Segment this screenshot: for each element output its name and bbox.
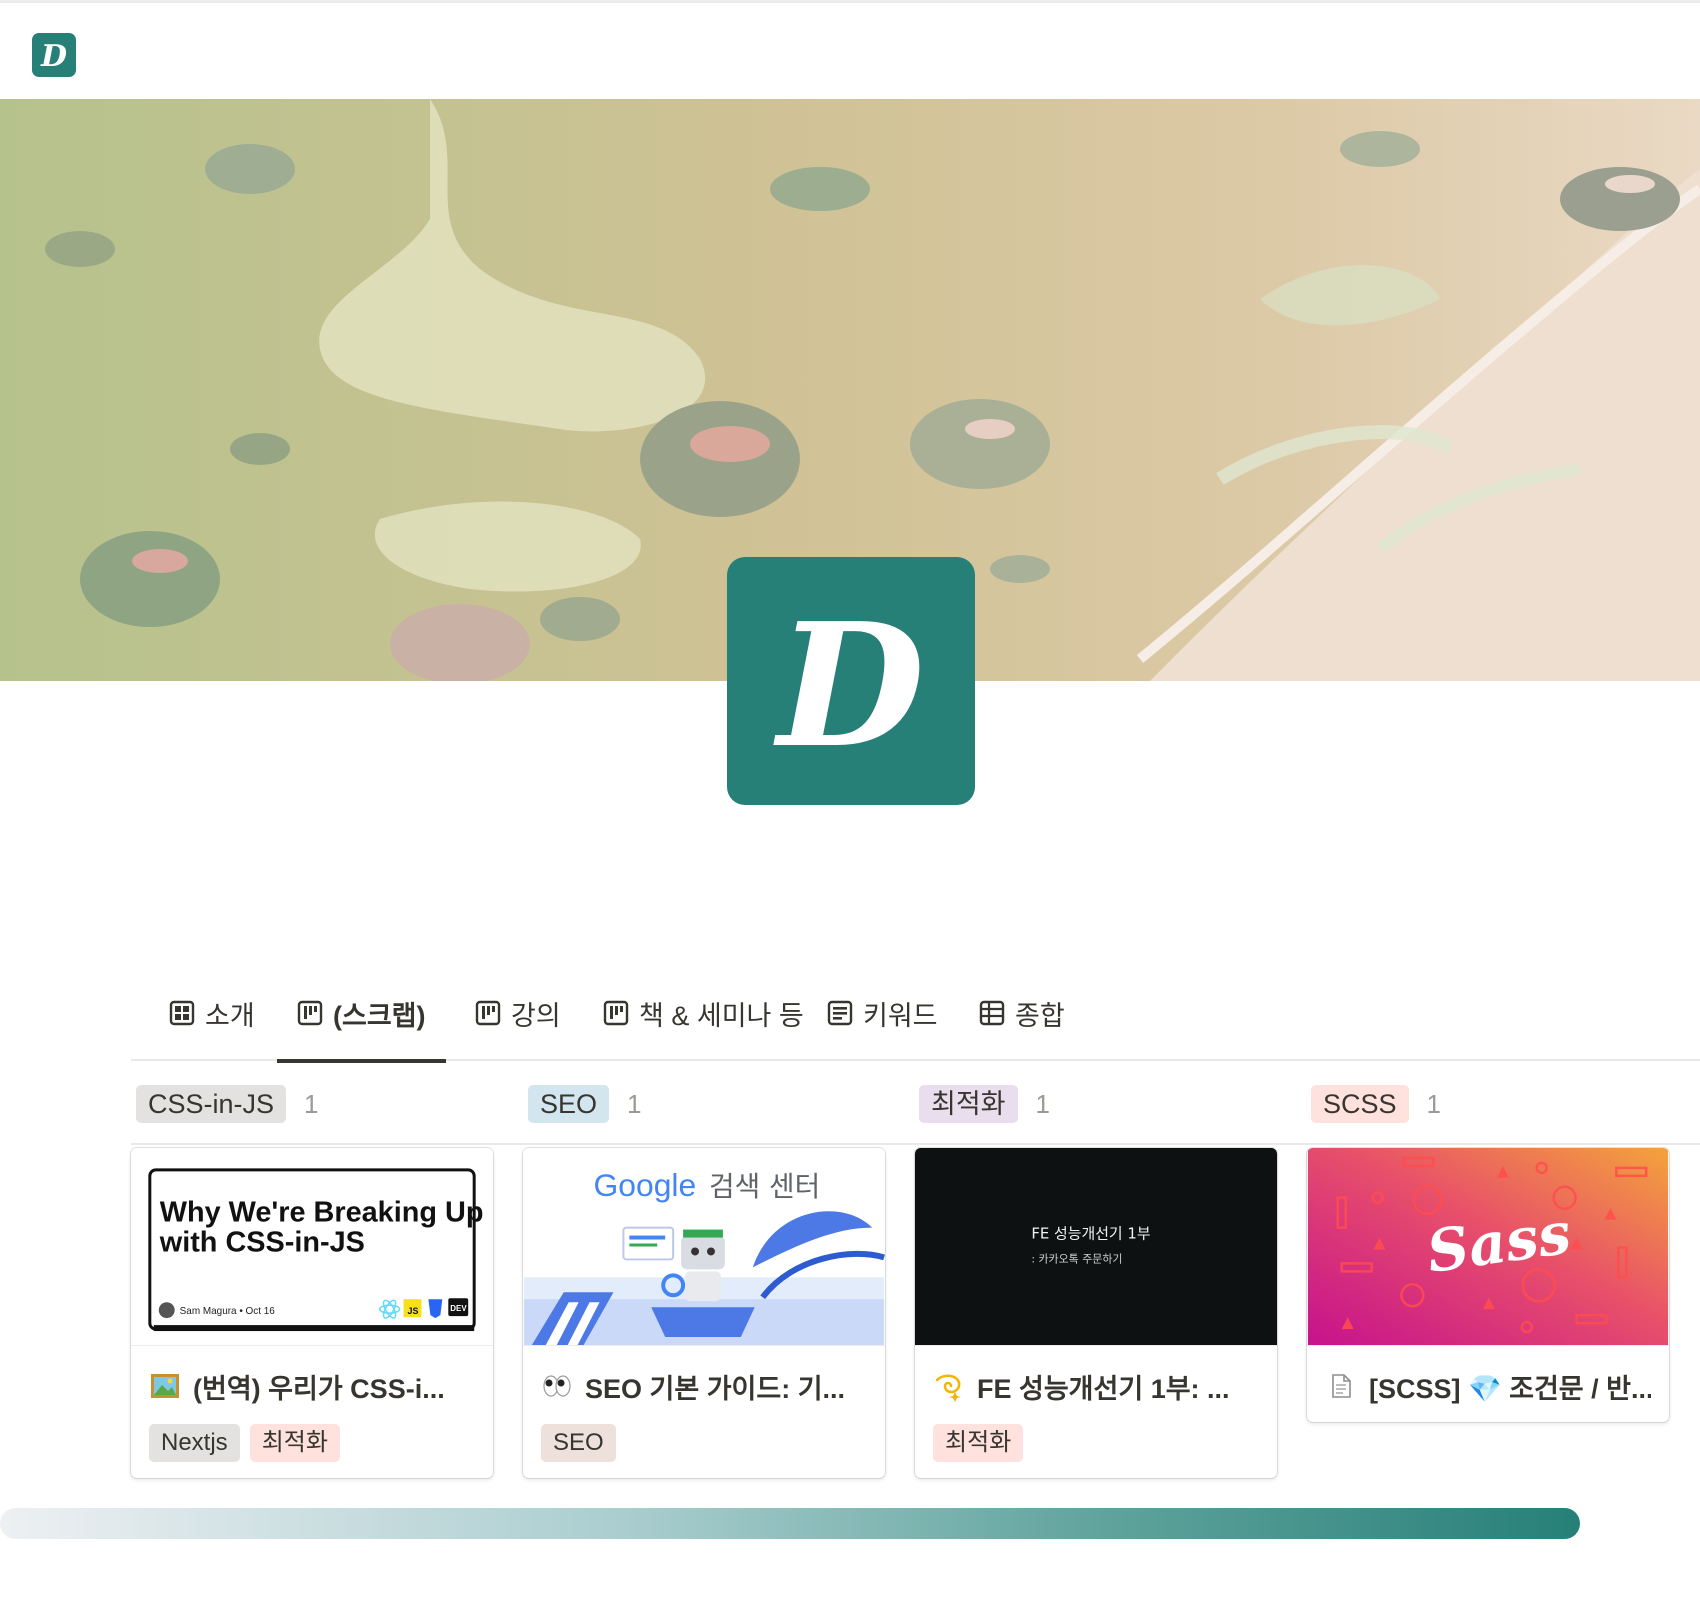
tab-intro[interactable]: 소개 [149, 965, 275, 1061]
list-icon [827, 1000, 853, 1026]
group-header-scss[interactable]: SCSS 1 [1311, 1085, 1441, 1123]
card-title: (번역) 우리가 CSS-i... [149, 1366, 475, 1406]
group-label: SEO [528, 1085, 610, 1123]
svg-text:Sam Magura • Oct 16: Sam Magura • Oct 16 [180, 1306, 276, 1317]
page-icon[interactable]: D [727, 557, 975, 805]
group-header-css-in-js[interactable]: CSS-in-JS 1 [136, 1085, 319, 1123]
board-card[interactable]: Google 검색 센터 SEO 기본 가이드: 기... SEO [523, 1148, 885, 1478]
board-group-headers: CSS-in-JS 1 SEO 1 최적화 1 SCSS 1 [131, 1063, 1700, 1145]
horizontal-scrollbar[interactable] [0, 1508, 1580, 1539]
card-thumbnail: Sass [1307, 1148, 1669, 1346]
dizzy-icon [935, 1374, 961, 1402]
group-header-optimization[interactable]: 최적화 1 [919, 1085, 1050, 1123]
group-header-seo[interactable]: SEO 1 [528, 1085, 642, 1123]
tag: 최적화 [933, 1424, 1024, 1462]
card-thumbnail: FE 성능개선기 1부 : 카카오톡 주문하기 [915, 1148, 1277, 1346]
board-icon [475, 1000, 501, 1026]
group-label: CSS-in-JS [136, 1085, 287, 1123]
card-title: SEO 기본 가이드: 기... [541, 1366, 867, 1406]
tab-label: 책 & 세미나 등 [639, 1000, 804, 1031]
tab-scrap[interactable]: (스크랩) [277, 965, 446, 1063]
card-title: FE 성능개선기 1부: ... [933, 1366, 1259, 1406]
svg-text:: 카카오톡 주문하기: : 카카오톡 주문하기 [1031, 1251, 1122, 1265]
svg-text:D: D [773, 586, 924, 786]
eyes-icon [543, 1375, 571, 1397]
tab-label: 키워드 [863, 1000, 938, 1031]
tab-books-seminars[interactable]: 책 & 세미나 등 [583, 965, 824, 1061]
tab-lecture[interactable]: 강의 [455, 965, 581, 1061]
board-card[interactable]: Sass [SCSS] 💎 조건문 / 반... [1307, 1148, 1669, 1422]
tab-label: (스크랩) [333, 1000, 426, 1031]
card-thumbnail: Google 검색 센터 [523, 1148, 885, 1346]
group-label: 최적화 [919, 1085, 1018, 1123]
board-icon [603, 1000, 629, 1026]
top-bar: D [0, 0, 1700, 99]
tab-label: 소개 [205, 1000, 255, 1031]
svg-text:JS: JS [408, 1306, 419, 1316]
svg-text:Google: Google [594, 1167, 697, 1203]
svg-text:D: D [40, 39, 67, 74]
tab-overview[interactable]: 종합 [959, 965, 1085, 1061]
tab-keywords[interactable]: 키워드 [807, 965, 958, 1061]
tab-label: 강의 [511, 1000, 561, 1031]
svg-text:검색 센터: 검색 센터 [709, 1170, 820, 1203]
tag: SEO [541, 1424, 616, 1462]
page-icon [1332, 1374, 1351, 1398]
group-count: 1 [1035, 1088, 1050, 1119]
board-card[interactable]: FE 성능개선기 1부 : 카카오톡 주문하기 FE 성능개선기 1부: ...… [915, 1148, 1277, 1478]
framed-picture-icon [151, 1374, 179, 1398]
svg-text:with CSS-in-JS: with CSS-in-JS [159, 1226, 365, 1258]
tab-label: 종합 [1015, 1000, 1065, 1031]
workspace-logo[interactable]: D [32, 33, 76, 77]
group-label: SCSS [1311, 1085, 1409, 1123]
view-tabs: 소개 (스크랩) 강의 책 & 세미나 등 키워드 종합 [131, 965, 1700, 1063]
svg-text:DEV: DEV [450, 1304, 467, 1313]
tag: 최적화 [249, 1424, 340, 1462]
card-thumbnail: Why We're Breaking Up with CSS-in-JS Sam… [131, 1148, 493, 1346]
group-count: 1 [1426, 1088, 1441, 1119]
board-card[interactable]: Why We're Breaking Up with CSS-in-JS Sam… [131, 1148, 493, 1478]
group-count: 1 [304, 1088, 319, 1119]
svg-text:FE 성능개선기 1부: FE 성능개선기 1부 [1031, 1225, 1150, 1243]
tag: Nextjs [149, 1424, 240, 1462]
group-count: 1 [627, 1088, 642, 1119]
svg-text:Why We're Breaking Up: Why We're Breaking Up [160, 1197, 484, 1229]
board-icon [297, 1000, 323, 1026]
grid-icon [169, 1000, 195, 1026]
card-title: [SCSS] 💎 조건문 / 반... [1325, 1366, 1651, 1406]
table-icon [979, 1000, 1005, 1026]
